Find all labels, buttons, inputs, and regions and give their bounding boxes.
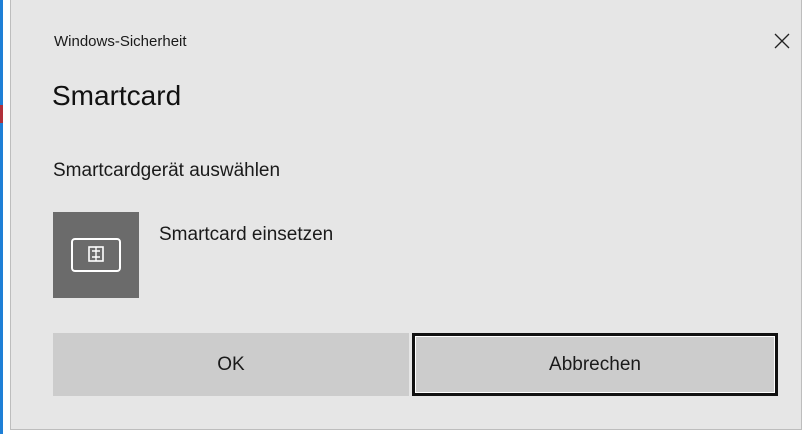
background-edge-red <box>0 105 3 123</box>
smartcard-option-label: Smartcard einsetzen <box>159 224 334 245</box>
close-icon <box>774 33 790 49</box>
close-button[interactable] <box>765 24 799 58</box>
cancel-button-label: Abbrechen <box>549 353 641 375</box>
cancel-button[interactable]: Abbrechen <box>412 333 778 396</box>
dialog-heading: Smartcard <box>52 80 182 111</box>
background-window-edge <box>0 0 10 434</box>
background-edge-blue <box>0 0 3 434</box>
dialog-subheading: Smartcardgerät auswählen <box>53 160 281 181</box>
ok-button-label: OK <box>217 353 245 375</box>
smartcard-tile <box>53 212 139 298</box>
security-dialog: Windows-Sicherheit Smartcard Smartcardge… <box>10 0 802 430</box>
smartcard-option[interactable]: Smartcard einsetzen <box>53 212 613 300</box>
window-title: Windows-Sicherheit <box>54 33 187 50</box>
ok-button[interactable]: OK <box>53 333 409 396</box>
smartcard-icon <box>71 238 121 272</box>
